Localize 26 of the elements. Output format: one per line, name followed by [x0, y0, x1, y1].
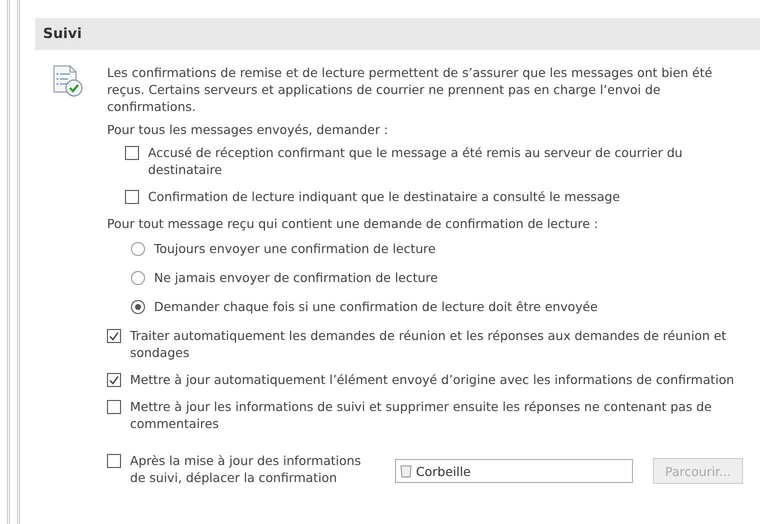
section-header: Suivi [35, 18, 760, 50]
document-checkmark-icon [51, 64, 85, 98]
checkbox-label[interactable]: Mettre à jour les informations de suivi et supprimer ensuite les réponses ne contenant pas de commentaires [130, 398, 748, 432]
checkbox[interactable] [107, 454, 121, 468]
checkbox-label[interactable]: Après la mise à jour des informations de suivi, déplacer la confirmation [130, 452, 375, 486]
checkbox-label[interactable]: Confirmation de lecture indiquant que le destinataire a consulté le message [148, 188, 620, 205]
radio-label[interactable]: Demander chaque fois si une confirmation de lecture doit être envoyée [154, 298, 598, 315]
trash-icon [400, 464, 412, 478]
group-label: Pour tous les messages envoyés, demander : [107, 121, 390, 138]
radio-label[interactable]: Ne jamais envoyer de confirmation de lecture [154, 269, 438, 286]
checkbox-label[interactable]: Mettre à jour automatiquement l’élément envoyé d’origine avec les informations de confirmation [130, 371, 734, 388]
checkbox[interactable] [125, 146, 139, 160]
folder-field[interactable]: Corbeille [395, 459, 633, 483]
checkbox[interactable] [107, 329, 121, 343]
group-label: Pour tout message reçu qui contient une demande de confirmation de lecture : [107, 215, 600, 232]
checkbox[interactable] [107, 373, 121, 387]
radio-label[interactable]: Toujours envoyer une confirmation de lecture [154, 240, 436, 257]
radio-button[interactable] [131, 242, 145, 256]
checkbox-label[interactable]: Accusé de réception confirmant que le message a été remis au serveur de courrier du destinataire [148, 144, 748, 178]
radio-button[interactable] [131, 271, 145, 285]
description-text: Les confirmations de remise et de lecture permettent de s’assurer que les messages ont bien été reçus. Certains serveurs et applications de courrier ne prennent pas en charge l’envoi de confirmations. [107, 64, 714, 115]
checkbox-label[interactable]: Traiter automatiquement les demandes de réunion et les réponses aux demandes de réunion et sondages [130, 327, 748, 361]
checkbox[interactable] [125, 190, 139, 204]
checkbox[interactable] [107, 400, 121, 414]
folder-name: Corbeille [416, 464, 471, 478]
radio-button[interactable] [131, 300, 145, 314]
